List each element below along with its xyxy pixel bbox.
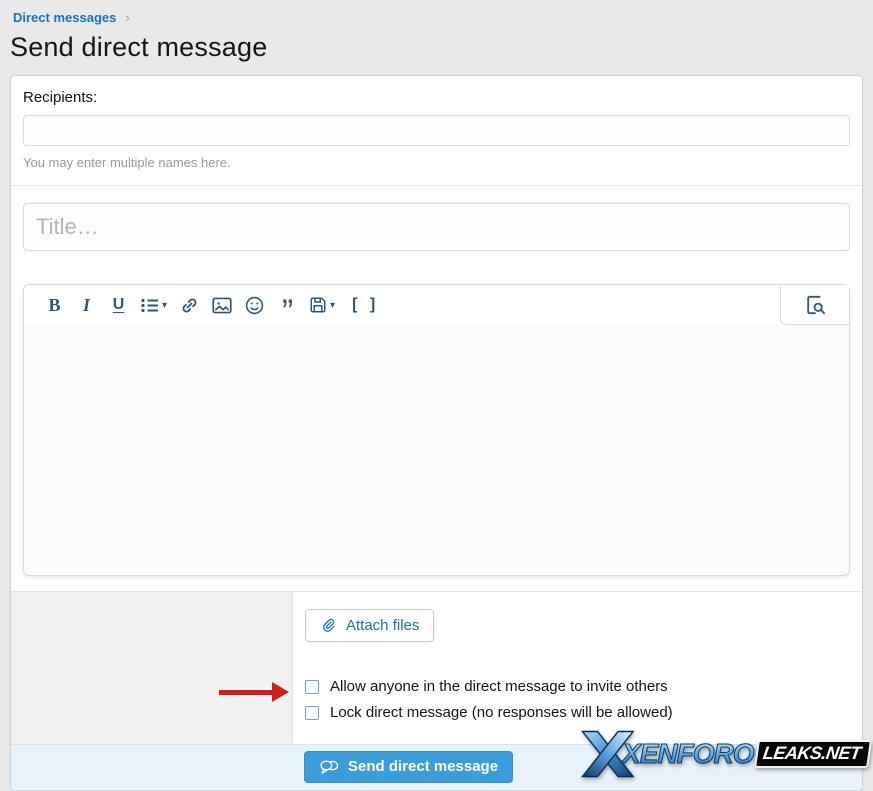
caret-down-icon: ▾ — [162, 300, 167, 311]
insert-image-icon[interactable] — [212, 285, 232, 325]
message-section: B I U ▾ — [11, 186, 862, 591]
code-icon[interactable]: [ ] — [348, 285, 379, 325]
options-left-gutter — [11, 592, 293, 744]
options-section: Attach files Allow anyone in the direct … — [11, 592, 862, 744]
recipients-input[interactable] — [23, 115, 850, 146]
lock-dm-checkbox[interactable] — [305, 706, 319, 720]
send-message-form: Recipients: You may enter multiple names… — [10, 75, 863, 791]
breadcrumb-link-direct-messages[interactable]: Direct messages — [13, 10, 116, 25]
italic-icon[interactable]: I — [77, 285, 96, 325]
lock-dm-label: Lock direct message (no responses will b… — [330, 704, 673, 721]
preview-icon[interactable] — [780, 285, 849, 325]
smilies-icon[interactable] — [245, 285, 264, 325]
recipients-label: Recipients: — [23, 89, 850, 106]
insert-link-icon[interactable] — [180, 285, 199, 325]
breadcrumb: Direct messages › — [10, 10, 863, 25]
bold-icon[interactable]: B — [45, 285, 64, 325]
options-controls: Attach files Allow anyone in the direct … — [293, 592, 862, 744]
attach-files-button[interactable]: Attach files — [305, 609, 434, 642]
allow-invite-option[interactable]: Allow anyone in the direct message to in… — [305, 678, 850, 695]
drafts-icon[interactable]: ▾ — [309, 285, 335, 325]
chat-bubbles-icon — [319, 759, 339, 775]
paperclip-icon — [320, 616, 337, 634]
caret-down-icon: ▾ — [330, 300, 335, 311]
arrow-head-icon — [272, 682, 289, 702]
title-input[interactable] — [23, 203, 850, 251]
attach-files-label: Attach files — [346, 617, 419, 634]
message-body-input[interactable] — [24, 325, 849, 575]
red-arrow-annotation — [219, 682, 289, 702]
quote-icon[interactable]: ” — [277, 285, 296, 325]
editor-toolbar: B I U ▾ — [24, 285, 849, 325]
chevron-right-icon: › — [125, 10, 129, 25]
page: Direct messages › Send direct message Rec… — [0, 0, 873, 782]
allow-invite-label: Allow anyone in the direct message to in… — [330, 678, 668, 695]
recipients-hint: You may enter multiple names here. — [23, 155, 850, 170]
watermark-logo: XENFOROLEAKS.NET — [575, 729, 870, 779]
watermark-suffix-badge: LEAKS.NET — [755, 740, 872, 768]
allow-invite-checkbox[interactable] — [305, 680, 319, 694]
unordered-list-icon[interactable]: ▾ — [141, 285, 167, 325]
dm-options: Allow anyone in the direct message to in… — [305, 678, 850, 721]
lock-dm-option[interactable]: Lock direct message (no responses will b… — [305, 704, 850, 721]
arrow-tail — [219, 690, 272, 695]
toolbar-icons: B I U ▾ — [24, 285, 379, 325]
underline-icon[interactable]: U — [109, 285, 128, 325]
watermark-brand-text: XENFORO — [622, 738, 755, 770]
page-title: Send direct message — [10, 32, 863, 63]
recipients-section: Recipients: You may enter multiple names… — [11, 76, 862, 185]
send-button-label: Send direct message — [348, 758, 498, 775]
send-direct-message-button[interactable]: Send direct message — [304, 751, 513, 783]
rich-text-editor: B I U ▾ — [23, 284, 850, 576]
